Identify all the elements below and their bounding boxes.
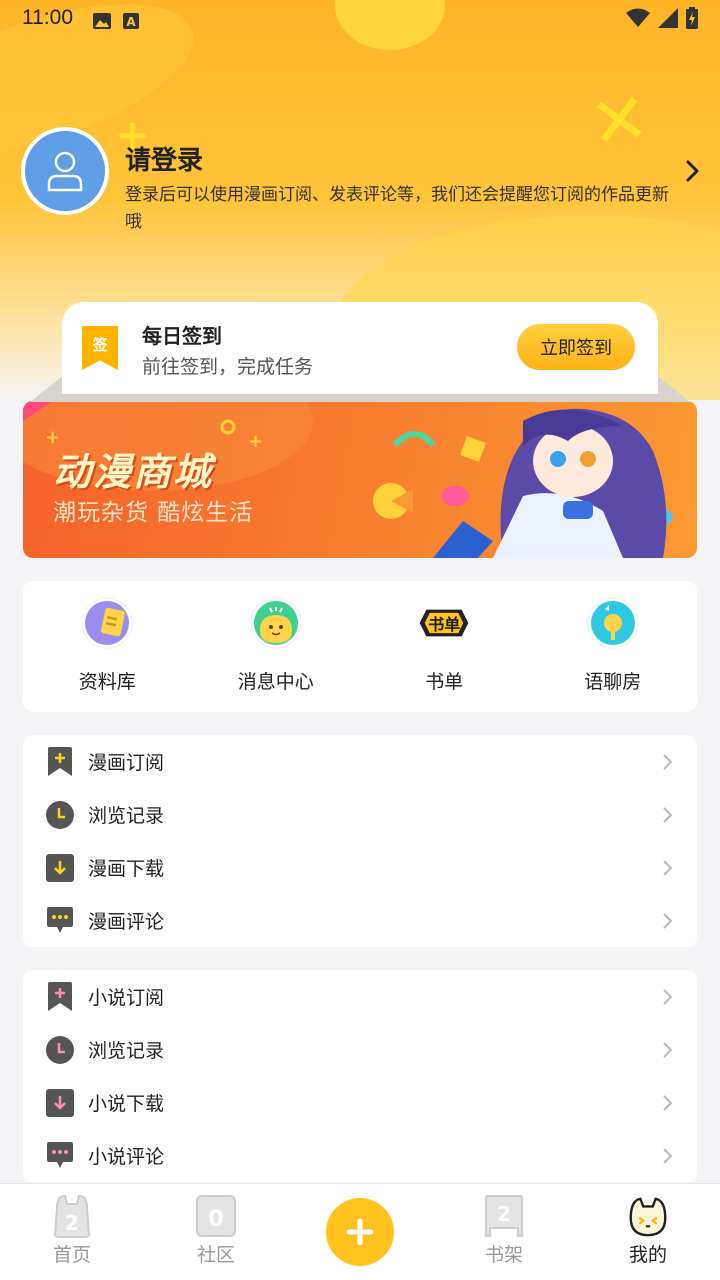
chevron-right-icon: [663, 912, 673, 929]
novel-menu-group: 小说订阅 浏览记录 小说下载 小说评论: [23, 970, 697, 1182]
comment-icon: [45, 1141, 75, 1171]
checkin-button[interactable]: 立即签到: [517, 324, 635, 370]
menu-item-label: 浏览记录: [88, 1040, 165, 1062]
add-icon: [326, 1198, 394, 1266]
quick-link-label: 消息中心: [237, 671, 314, 693]
menu-item-comic-subscription[interactable]: 漫画订阅: [23, 735, 697, 788]
cell-signal-icon: [658, 8, 678, 28]
menu-item-novel-comments[interactable]: 小说评论: [23, 1129, 697, 1182]
nav-label: 书架: [484, 1244, 523, 1266]
nav-profile[interactable]: 我的: [576, 1184, 720, 1280]
quick-link-label: 书单: [425, 671, 464, 693]
gallery-notification-icon: [93, 10, 111, 29]
nav-community[interactable]: 0 社区: [144, 1184, 288, 1280]
banner-subtitle: 潮玩杂货 酷炫生活: [53, 500, 254, 526]
quick-links-panel: 资料库 消息中心 书单 书单 语聊房: [23, 581, 697, 712]
menu-item-comic-download[interactable]: 漫画下载: [23, 841, 697, 894]
comment-icon: [45, 906, 75, 936]
chevron-right-icon: [663, 1041, 673, 1058]
voice-room-icon: [587, 597, 639, 649]
booklist-icon-text: 书单: [428, 615, 461, 634]
chevron-right-icon: [663, 1147, 673, 1164]
download-icon: [45, 1088, 75, 1118]
battery-icon: [686, 7, 698, 29]
bookshelf-icon: 2: [481, 1194, 527, 1238]
menu-item-label: 浏览记录: [88, 805, 165, 827]
user-icon: [47, 151, 83, 192]
wifi-icon: [626, 8, 650, 27]
menu-item-novel-subscription[interactable]: 小说订阅: [23, 970, 697, 1023]
quick-link-archive[interactable]: 资料库: [23, 581, 192, 712]
login-description: 登录后可以使用漫画订阅、发表评论等，我们还会提醒您订阅的作品更新哦: [125, 185, 669, 232]
svg-text:0: 0: [208, 1207, 223, 1232]
menu-item-label: 漫画订阅: [88, 752, 165, 774]
nav-label: 我的: [628, 1244, 667, 1266]
nav-add[interactable]: [288, 1184, 432, 1280]
community-icon: 0: [193, 1194, 239, 1238]
archive-icon: [81, 597, 133, 649]
home-icon: 2: [49, 1194, 95, 1238]
menu-item-label: 小说下载: [88, 1093, 165, 1115]
menu-item-comic-comments[interactable]: 漫画评论: [23, 894, 697, 947]
comic-menu-group: 漫画订阅 浏览记录 漫画下载 漫画评论: [23, 735, 697, 947]
chevron-right-icon: [663, 806, 673, 823]
text-notification-icon: A: [123, 10, 141, 29]
clock-icon: [45, 1035, 75, 1065]
menu-item-novel-download[interactable]: 小说下载: [23, 1076, 697, 1129]
clock-icon: [45, 800, 75, 830]
menu-item-label: 小说评论: [88, 1146, 165, 1168]
menu-item-comic-history[interactable]: 浏览记录: [23, 788, 697, 841]
bottom-navigation: 2 首页 0 社区 2 书架 我的: [0, 1183, 720, 1280]
nav-home[interactable]: 2 首页: [0, 1184, 144, 1280]
checkin-title: 每日签到: [142, 324, 222, 348]
anime-shop-banner[interactable]: + + 动漫商城 潮玩杂货 酷炫生活: [23, 401, 697, 558]
chevron-right-icon: [663, 753, 673, 770]
quick-link-message-center[interactable]: 消息中心: [192, 581, 361, 712]
quick-link-voice-room[interactable]: 语聊房: [529, 581, 698, 712]
quick-link-label: 语聊房: [584, 671, 642, 693]
avatar[interactable]: [21, 127, 109, 215]
svg-text:+: +: [248, 431, 263, 452]
booklist-icon: 书单: [418, 597, 470, 649]
bookmark-plus-icon: [45, 746, 75, 777]
bookmark-plus-icon: [45, 981, 75, 1012]
svg-text:2: 2: [65, 1211, 79, 1235]
checkin-subtitle: 前往签到，完成任务: [142, 356, 314, 378]
download-icon: [45, 853, 75, 883]
quick-link-booklist[interactable]: 书单 书单: [360, 581, 529, 712]
chevron-right-icon: [663, 859, 673, 876]
quick-link-label: 资料库: [78, 671, 136, 693]
svg-text:2: 2: [497, 1202, 511, 1226]
nav-label: 社区: [196, 1244, 235, 1266]
login-title[interactable]: 请登录: [125, 140, 203, 177]
menu-item-label: 漫画评论: [88, 911, 165, 933]
menu-item-label: 漫画下载: [88, 858, 165, 880]
banner-title: 动漫商城: [53, 450, 214, 494]
profile-icon: [625, 1194, 671, 1238]
svg-text:A: A: [126, 15, 136, 29]
message-center-icon: [250, 597, 302, 649]
status-bar: 11:00 A: [0, 0, 720, 36]
checkin-badge-icon: 签: [82, 326, 118, 370]
menu-item-novel-history[interactable]: 浏览记录: [23, 1023, 697, 1076]
chevron-right-icon: [663, 1094, 673, 1111]
nav-bookshelf[interactable]: 2 书架: [432, 1184, 576, 1280]
chevron-right-icon: [663, 988, 673, 1005]
checkin-card: 签 每日签到 前往签到，完成任务 立即签到: [62, 302, 658, 394]
menu-item-label: 小说订阅: [88, 987, 165, 1009]
nav-label: 首页: [52, 1244, 91, 1266]
status-time: 11:00: [22, 6, 73, 29]
chevron-right-icon[interactable]: [680, 156, 706, 186]
